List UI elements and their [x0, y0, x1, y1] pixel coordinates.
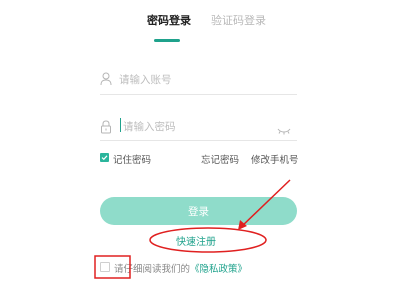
- agreement-prefix: 请仔细阅读我们的: [114, 264, 191, 275]
- forgot-password-link[interactable]: 忘记密码: [201, 152, 239, 166]
- remember-label: 记住密码: [113, 155, 152, 166]
- tab-code-login[interactable]: 验证码登录: [211, 12, 266, 28]
- agreement-checkbox[interactable]: [100, 262, 110, 272]
- agreement-text: 请仔细阅读我们的《隐私政策》: [114, 261, 247, 275]
- lock-icon: [100, 119, 112, 134]
- privacy-policy-link[interactable]: 《隐私政策》: [190, 264, 247, 275]
- user-icon: [100, 71, 112, 86]
- account-underline: [100, 94, 297, 95]
- text-cursor: [120, 118, 121, 132]
- tab-password-login[interactable]: 密码登录: [147, 12, 191, 28]
- password-underline: [100, 140, 297, 141]
- login-button-label: 登录: [188, 205, 209, 218]
- eye-closed-icon[interactable]: [277, 120, 291, 135]
- remember-checkbox[interactable]: [100, 153, 109, 162]
- login-button[interactable]: 登录: [100, 197, 297, 225]
- change-phone-link[interactable]: 修改手机号: [251, 152, 299, 166]
- password-input[interactable]: 请输入密码: [123, 119, 176, 134]
- tab-indicator: [154, 39, 180, 42]
- register-link[interactable]: 快速注册: [176, 233, 216, 248]
- account-input[interactable]: 请输入账号: [119, 72, 172, 87]
